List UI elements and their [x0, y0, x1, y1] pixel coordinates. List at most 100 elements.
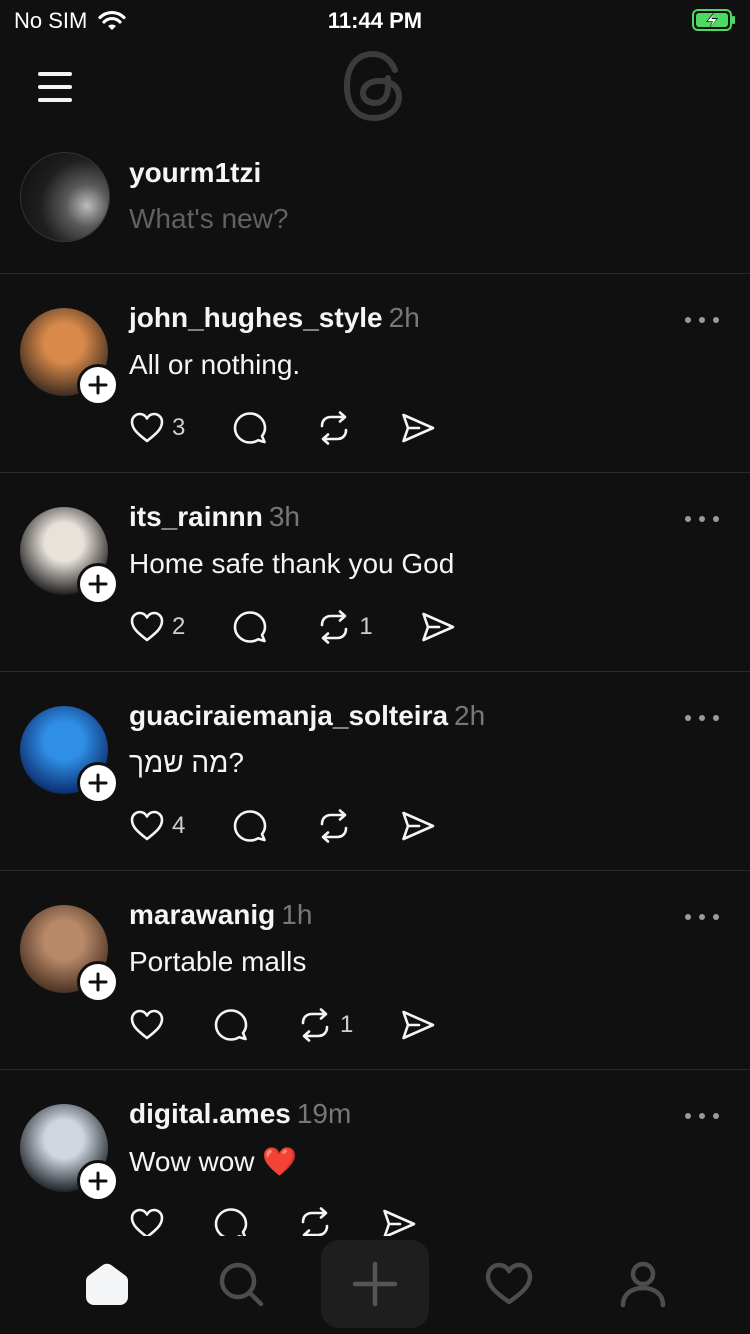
heart-icon [130, 810, 164, 841]
new-thread-composer[interactable]: yourm1tzi What's new? [0, 140, 750, 274]
hamburger-line [38, 98, 72, 102]
hamburger-line [38, 85, 72, 89]
feed-post[interactable]: john_hughes_style 2h All or nothing. 3 [0, 274, 750, 473]
tab-profile[interactable] [598, 1246, 688, 1322]
follow-button[interactable] [77, 1160, 119, 1202]
status-bar: No SIM 11:44 PM [0, 0, 750, 40]
follow-button[interactable] [77, 563, 119, 605]
post-timestamp: 2h [454, 700, 486, 731]
post-header: guaciraiemanja_solteira 2h [129, 700, 485, 732]
post-timestamp: 1h [281, 899, 313, 930]
repost-button[interactable]: 1 [315, 605, 373, 649]
feed-post[interactable]: guaciraiemanja_solteira 2h מה שמך? 4 [0, 672, 750, 871]
battery-charging-icon [692, 9, 735, 31]
post-username[interactable]: digital.ames [129, 1098, 291, 1129]
repost-button[interactable]: 1 [296, 1003, 353, 1047]
search-icon [219, 1262, 264, 1307]
post-username[interactable]: its_rainnn [129, 501, 263, 532]
profile-icon [620, 1261, 666, 1308]
tab-create[interactable] [321, 1240, 429, 1328]
send-icon [402, 413, 435, 443]
reply-button[interactable] [231, 605, 269, 649]
post-actions: 2 1 [128, 605, 457, 649]
post-actions: 4 [128, 804, 437, 848]
post-header: its_rainnn 3h [129, 501, 300, 533]
tab-activity[interactable] [464, 1246, 554, 1322]
heart-icon [130, 1009, 164, 1040]
post-timestamp: 2h [388, 302, 420, 333]
threads-logo[interactable] [341, 48, 409, 124]
follow-button[interactable] [77, 762, 119, 804]
like-count: 2 [172, 613, 186, 640]
whats-new-input[interactable]: What's new? [129, 203, 288, 235]
post-text: All or nothing. [129, 349, 301, 380]
repost-button[interactable] [315, 804, 353, 848]
share-button[interactable] [399, 804, 437, 848]
heart-icon [130, 412, 164, 443]
reply-button[interactable] [212, 1003, 250, 1047]
send-icon [402, 811, 435, 841]
post-header: marawanig 1h [129, 899, 312, 931]
ellipsis-icon[interactable] [682, 509, 722, 529]
post-actions: 1 [128, 1003, 437, 1047]
like-count: 3 [172, 414, 186, 441]
post-text: מה שמך? [129, 747, 244, 778]
tab-home[interactable] [62, 1246, 152, 1322]
menu-button[interactable] [34, 70, 78, 104]
send-icon [421, 612, 455, 642]
like-button[interactable]: 2 [128, 605, 185, 649]
plus-icon [88, 972, 108, 992]
composer-username: yourm1tzi [129, 157, 262, 188]
tab-search[interactable] [196, 1246, 286, 1322]
repost-button[interactable] [315, 406, 353, 450]
avatar[interactable] [20, 152, 110, 242]
post-username[interactable]: marawanig [129, 899, 275, 930]
feed-post[interactable]: marawanig 1h Portable malls 1 [0, 871, 750, 1070]
post-username[interactable]: john_hughes_style [129, 302, 383, 333]
repost-icon [321, 809, 348, 843]
bottom-tab-bar [0, 1236, 750, 1334]
top-bar [0, 44, 750, 130]
post-timestamp: 19m [296, 1098, 352, 1129]
post-header: digital.ames 19m [129, 1098, 351, 1130]
create-icon [352, 1261, 398, 1307]
speech-bubble-icon [214, 1009, 248, 1041]
repost-count: 1 [359, 613, 373, 640]
reply-button[interactable] [231, 406, 269, 450]
repost-icon [321, 411, 348, 445]
plus-icon [88, 375, 108, 395]
share-button[interactable] [399, 1003, 437, 1047]
post-timestamp: 3h [268, 501, 300, 532]
repost-icon [301, 1008, 329, 1042]
speech-bubble-icon [234, 412, 267, 444]
like-count: 4 [172, 812, 186, 839]
speech-bubble-icon [234, 810, 267, 842]
heart-icon [130, 611, 164, 642]
plus-icon [88, 1171, 108, 1191]
post-username[interactable]: guaciraiemanja_solteira [129, 700, 448, 731]
post-text: Portable malls [129, 946, 307, 977]
follow-button[interactable] [77, 364, 119, 406]
like-button[interactable] [128, 1003, 166, 1047]
post-text: Home safe thank you God [129, 548, 455, 579]
post-actions: 3 [128, 406, 437, 450]
activity-heart-icon [485, 1262, 533, 1305]
repost-count: 1 [340, 1011, 354, 1038]
feed-post[interactable]: its_rainnn3h Home safe thank you God 2 [0, 473, 750, 672]
speech-bubble-icon [234, 611, 267, 643]
like-button[interactable]: 3 [128, 406, 185, 450]
share-button[interactable] [399, 406, 437, 450]
ellipsis-icon[interactable] [682, 310, 722, 330]
plus-icon [88, 574, 108, 594]
reply-button[interactable] [231, 804, 269, 848]
share-button[interactable] [419, 605, 457, 649]
post-header: john_hughes_style 2h [129, 302, 420, 334]
ellipsis-icon[interactable] [682, 907, 722, 927]
like-button[interactable]: 4 [128, 804, 185, 848]
send-icon [402, 1010, 435, 1040]
follow-button[interactable] [77, 961, 119, 1003]
repost-icon [321, 610, 348, 644]
ellipsis-icon[interactable] [682, 1106, 722, 1126]
ellipsis-icon[interactable] [682, 708, 722, 728]
plus-icon [88, 773, 108, 793]
